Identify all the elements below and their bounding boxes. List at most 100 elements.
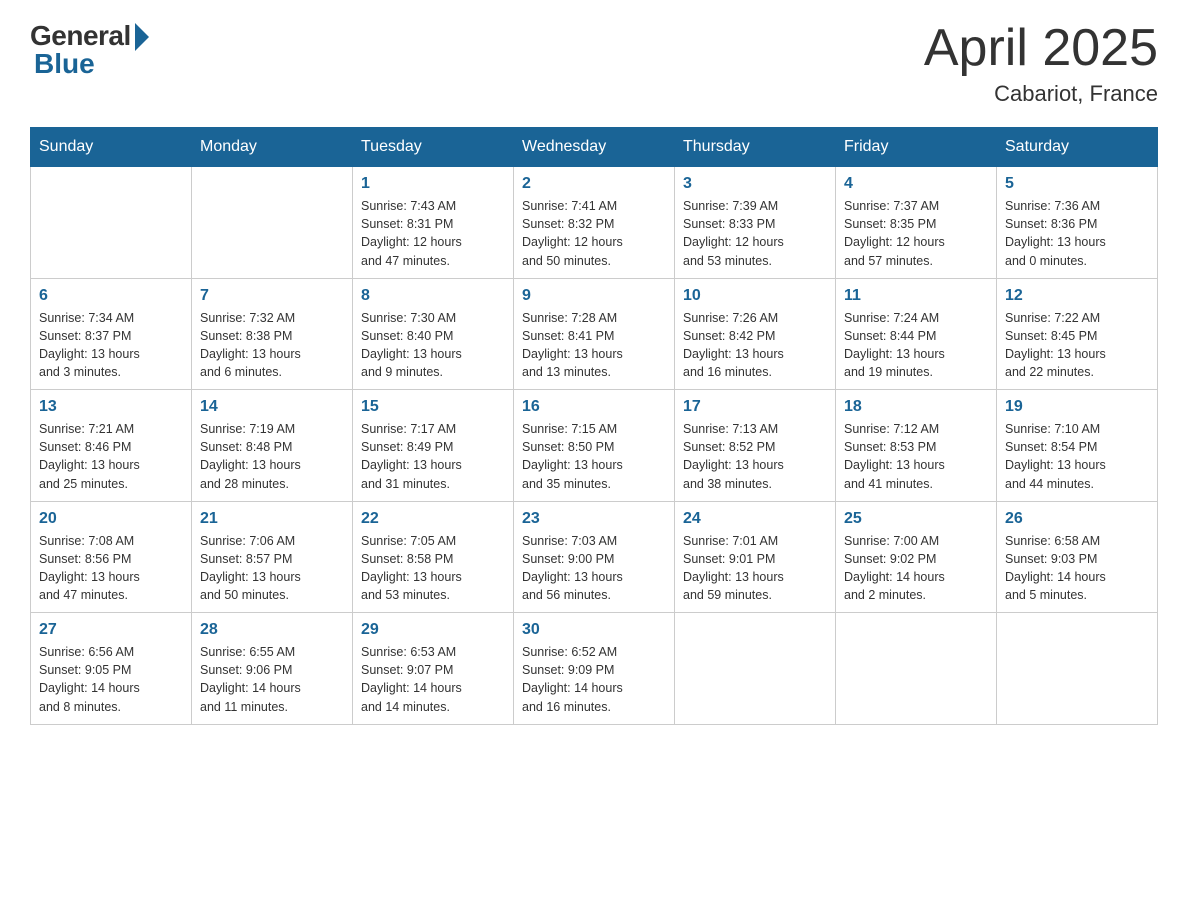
day-of-week-header: Monday (192, 128, 353, 167)
month-title: April 2025 (924, 20, 1158, 77)
day-number: 24 (683, 510, 827, 528)
day-info: Sunrise: 6:52 AM Sunset: 9:09 PM Dayligh… (522, 643, 666, 716)
calendar-cell: 16 Sunrise: 7:15 AM Sunset: 8:50 PM Dayli… (514, 390, 675, 502)
day-info: Sunrise: 6:55 AM Sunset: 9:06 PM Dayligh… (200, 643, 344, 716)
day-number: 23 (522, 510, 666, 528)
calendar-cell: 5Sunrise: 7:36 AM Sunset: 8:36 PM Daylig… (997, 167, 1158, 279)
day-number: 16 (522, 398, 666, 416)
calendar-cell (192, 167, 353, 279)
calendar-week-row: 6 Sunrise: 7:34 AM Sunset: 8:37 PM Daylig… (31, 278, 1158, 390)
day-of-week-header: Thursday (675, 128, 836, 167)
day-number: 22 (361, 510, 505, 528)
day-number: 17 (683, 398, 827, 416)
calendar-cell: 22 Sunrise: 7:05 AM Sunset: 8:58 PM Dayli… (353, 501, 514, 613)
calendar-cell: 21Sunrise: 7:06 AM Sunset: 8:57 PM Dayli… (192, 501, 353, 613)
day-of-week-header: Tuesday (353, 128, 514, 167)
day-number: 13 (39, 398, 183, 416)
day-number: 14 (200, 398, 344, 416)
day-info: Sunrise: 7:37 AM Sunset: 8:35 PM Dayligh… (844, 197, 988, 270)
calendar-cell: 18Sunrise: 7:12 AM Sunset: 8:53 PM Dayli… (836, 390, 997, 502)
calendar-cell: 25Sunrise: 7:00 AM Sunset: 9:02 PM Dayli… (836, 501, 997, 613)
logo: General Blue (30, 20, 149, 80)
day-number: 28 (200, 621, 344, 639)
day-info: Sunrise: 7:19 AM Sunset: 8:48 PM Dayligh… (200, 420, 344, 493)
day-info: Sunrise: 6:53 AM Sunset: 9:07 PM Dayligh… (361, 643, 505, 716)
day-info: Sunrise: 7:12 AM Sunset: 8:53 PM Dayligh… (844, 420, 988, 493)
calendar-cell (997, 613, 1158, 725)
day-number: 21 (200, 510, 344, 528)
calendar-cell (836, 613, 997, 725)
day-number: 8 (361, 287, 505, 305)
day-number: 7 (200, 287, 344, 305)
calendar-cell: 20Sunrise: 7:08 AM Sunset: 8:56 PM Dayli… (31, 501, 192, 613)
calendar-cell: 14 Sunrise: 7:19 AM Sunset: 8:48 PM Dayli… (192, 390, 353, 502)
day-info: Sunrise: 7:22 AM Sunset: 8:45 PM Dayligh… (1005, 309, 1149, 382)
day-info: Sunrise: 7:41 AM Sunset: 8:32 PM Dayligh… (522, 197, 666, 270)
day-info: Sunrise: 7:39 AM Sunset: 8:33 PM Dayligh… (683, 197, 827, 270)
calendar-cell: 26Sunrise: 6:58 AM Sunset: 9:03 PM Dayli… (997, 501, 1158, 613)
day-info: Sunrise: 7:17 AM Sunset: 8:49 PM Dayligh… (361, 420, 505, 493)
calendar-cell (31, 167, 192, 279)
day-info: Sunrise: 7:03 AM Sunset: 9:00 PM Dayligh… (522, 532, 666, 605)
calendar-cell: 7 Sunrise: 7:32 AM Sunset: 8:38 PM Daylig… (192, 278, 353, 390)
calendar-cell: 12 Sunrise: 7:22 AM Sunset: 8:45 PM Dayli… (997, 278, 1158, 390)
day-number: 1 (361, 175, 505, 193)
calendar-cell: 19 Sunrise: 7:10 AM Sunset: 8:54 PM Dayli… (997, 390, 1158, 502)
day-info: Sunrise: 7:00 AM Sunset: 9:02 PM Dayligh… (844, 532, 988, 605)
day-info: Sunrise: 7:43 AM Sunset: 8:31 PM Dayligh… (361, 197, 505, 270)
calendar-cell: 13Sunrise: 7:21 AM Sunset: 8:46 PM Dayli… (31, 390, 192, 502)
day-number: 12 (1005, 287, 1149, 305)
day-number: 3 (683, 175, 827, 193)
calendar-cell: 4 Sunrise: 7:37 AM Sunset: 8:35 PM Daylig… (836, 167, 997, 279)
calendar-cell: 1 Sunrise: 7:43 AM Sunset: 8:31 PM Daylig… (353, 167, 514, 279)
day-number: 15 (361, 398, 505, 416)
calendar-cell: 30 Sunrise: 6:52 AM Sunset: 9:09 PM Dayli… (514, 613, 675, 725)
calendar-cell: 3 Sunrise: 7:39 AM Sunset: 8:33 PM Daylig… (675, 167, 836, 279)
day-number: 27 (39, 621, 183, 639)
day-number: 29 (361, 621, 505, 639)
day-info: Sunrise: 7:10 AM Sunset: 8:54 PM Dayligh… (1005, 420, 1149, 493)
calendar-cell: 15 Sunrise: 7:17 AM Sunset: 8:49 PM Dayli… (353, 390, 514, 502)
calendar-cell: 24Sunrise: 7:01 AM Sunset: 9:01 PM Dayli… (675, 501, 836, 613)
day-info: Sunrise: 7:26 AM Sunset: 8:42 PM Dayligh… (683, 309, 827, 382)
logo-blue-text: Blue (30, 48, 95, 80)
calendar-cell: 17 Sunrise: 7:13 AM Sunset: 8:52 PM Dayli… (675, 390, 836, 502)
day-info: Sunrise: 7:32 AM Sunset: 8:38 PM Dayligh… (200, 309, 344, 382)
day-info: Sunrise: 7:30 AM Sunset: 8:40 PM Dayligh… (361, 309, 505, 382)
day-of-week-header: Wednesday (514, 128, 675, 167)
calendar-cell: 2 Sunrise: 7:41 AM Sunset: 8:32 PM Daylig… (514, 167, 675, 279)
day-number: 26 (1005, 510, 1149, 528)
day-number: 2 (522, 175, 666, 193)
calendar-cell: 6 Sunrise: 7:34 AM Sunset: 8:37 PM Daylig… (31, 278, 192, 390)
day-number: 19 (1005, 398, 1149, 416)
page-header: General Blue April 2025 Cabariot, France (30, 20, 1158, 107)
calendar-week-row: 20Sunrise: 7:08 AM Sunset: 8:56 PM Dayli… (31, 501, 1158, 613)
calendar-cell: 9 Sunrise: 7:28 AM Sunset: 8:41 PM Daylig… (514, 278, 675, 390)
calendar-cell: 28 Sunrise: 6:55 AM Sunset: 9:06 PM Dayli… (192, 613, 353, 725)
location: Cabariot, France (924, 81, 1158, 107)
day-info: Sunrise: 7:24 AM Sunset: 8:44 PM Dayligh… (844, 309, 988, 382)
day-number: 30 (522, 621, 666, 639)
calendar-table: SundayMondayTuesdayWednesdayThursdayFrid… (30, 127, 1158, 725)
day-info: Sunrise: 7:28 AM Sunset: 8:41 PM Dayligh… (522, 309, 666, 382)
calendar-cell: 29 Sunrise: 6:53 AM Sunset: 9:07 PM Dayli… (353, 613, 514, 725)
day-of-week-header: Sunday (31, 128, 192, 167)
day-info: Sunrise: 7:05 AM Sunset: 8:58 PM Dayligh… (361, 532, 505, 605)
day-number: 11 (844, 287, 988, 305)
day-info: Sunrise: 7:15 AM Sunset: 8:50 PM Dayligh… (522, 420, 666, 493)
day-info: Sunrise: 6:56 AM Sunset: 9:05 PM Dayligh… (39, 643, 183, 716)
day-number: 4 (844, 175, 988, 193)
calendar-cell: 10 Sunrise: 7:26 AM Sunset: 8:42 PM Dayli… (675, 278, 836, 390)
day-number: 10 (683, 287, 827, 305)
day-number: 9 (522, 287, 666, 305)
calendar-cell: 27 Sunrise: 6:56 AM Sunset: 9:05 PM Dayli… (31, 613, 192, 725)
day-info: Sunrise: 7:13 AM Sunset: 8:52 PM Dayligh… (683, 420, 827, 493)
calendar-cell: 11 Sunrise: 7:24 AM Sunset: 8:44 PM Dayli… (836, 278, 997, 390)
day-number: 20 (39, 510, 183, 528)
day-info: Sunrise: 7:34 AM Sunset: 8:37 PM Dayligh… (39, 309, 183, 382)
calendar-week-row: 13Sunrise: 7:21 AM Sunset: 8:46 PM Dayli… (31, 390, 1158, 502)
title-section: April 2025 Cabariot, France (924, 20, 1158, 107)
day-number: 6 (39, 287, 183, 305)
calendar-header-row: SundayMondayTuesdayWednesdayThursdayFrid… (31, 128, 1158, 167)
day-of-week-header: Saturday (997, 128, 1158, 167)
